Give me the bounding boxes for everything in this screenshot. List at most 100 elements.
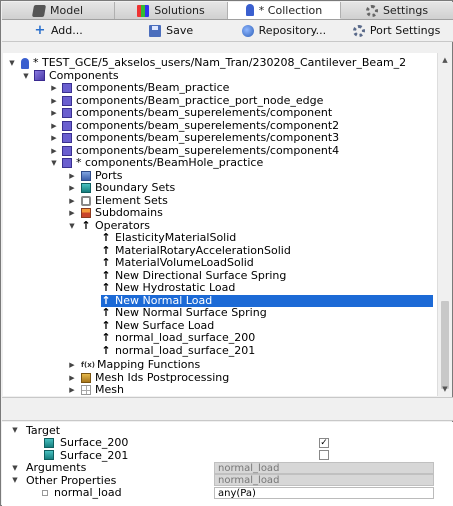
tab-model[interactable]: Model bbox=[2, 2, 115, 19]
tree-item-operator[interactable]: ↑ New Normal Surface Spring bbox=[101, 306, 267, 320]
tree-item-subdomains[interactable]: ▶ Subdomains bbox=[67, 207, 163, 220]
property-normal-load: normal_load any(Pa) bbox=[2, 486, 453, 500]
operator-icon: ↑ bbox=[101, 293, 111, 307]
tree-item-element-sets[interactable]: ▶ Element Sets bbox=[67, 193, 168, 208]
collapse-arrow-icon[interactable]: ▼ bbox=[7, 57, 17, 69]
tree-item-label: New Normal Load bbox=[115, 293, 213, 307]
repository-button[interactable]: Repository... bbox=[228, 20, 341, 41]
tree-item-label: New Hydrostatic Load bbox=[115, 281, 236, 295]
property-other-properties[interactable]: ▼ Other Properties normal_load bbox=[2, 474, 453, 487]
property-target[interactable]: ▼ Target bbox=[2, 424, 453, 437]
scroll-up-icon[interactable]: ▲ bbox=[438, 53, 452, 67]
tree-root[interactable]: ▼ * TEST_GCE/5_akselos_users/Nam_Tran/23… bbox=[7, 57, 406, 70]
tree-item-label: components/beam_superelements/component bbox=[76, 106, 333, 120]
ports-icon bbox=[81, 170, 91, 181]
tab-solutions-label: Solutions bbox=[154, 4, 205, 17]
tree-item-component[interactable]: ▶ components/Beam_practice_port_node_edg… bbox=[49, 94, 323, 108]
tree-item-label: Mesh Ids Postprocessing bbox=[95, 370, 230, 384]
tree-item-ports[interactable]: ▶ Ports bbox=[67, 169, 122, 183]
tree-item-components[interactable]: ▼ Components bbox=[21, 69, 119, 83]
tree-item-boundary-sets[interactable]: ▶ Boundary Sets bbox=[67, 182, 175, 195]
collapse-arrow-icon[interactable]: ▼ bbox=[10, 464, 20, 472]
tab-model-label: Model bbox=[49, 4, 84, 17]
expand-arrow-icon[interactable]: ▶ bbox=[67, 207, 77, 219]
tab-settings[interactable]: Settings bbox=[341, 2, 453, 19]
tree-item-operator[interactable]: ↑ normal_load_surface_200 bbox=[101, 332, 255, 345]
components-folder-icon bbox=[34, 70, 45, 82]
tab-settings-label: Settings bbox=[382, 4, 429, 17]
expand-arrow-icon[interactable]: ▶ bbox=[49, 107, 59, 119]
scroll-down-icon[interactable]: ▼ bbox=[438, 382, 452, 396]
tab-solutions[interactable]: Solutions bbox=[115, 2, 228, 19]
tree-item-component[interactable]: ▶ components/beam_superelements/componen… bbox=[49, 107, 332, 120]
collapse-arrow-icon[interactable]: ▼ bbox=[49, 157, 59, 169]
tree-item-label: Element Sets bbox=[95, 193, 168, 207]
expand-arrow-icon[interactable]: ▶ bbox=[49, 82, 59, 94]
tree-item-operator-selected[interactable]: ↑ New Normal Load bbox=[101, 293, 433, 307]
tree-item-operator[interactable]: ↑ MaterialRotaryAccelerationSolid bbox=[101, 244, 290, 258]
tree-item-operator[interactable]: ↑ New Hydrostatic Load bbox=[101, 282, 235, 295]
tree-scrollbar[interactable]: ▲ ▼ bbox=[437, 53, 451, 396]
parameter-icon bbox=[42, 489, 48, 496]
port-settings-button[interactable]: Port Settings bbox=[340, 20, 453, 41]
expand-arrow-icon[interactable]: ▶ bbox=[67, 372, 77, 384]
collapse-arrow-icon[interactable]: ▼ bbox=[10, 476, 20, 484]
normal-load-input[interactable]: any(Pa) bbox=[214, 486, 434, 499]
repository-icon bbox=[241, 24, 254, 37]
scrollbar-thumb[interactable] bbox=[441, 301, 449, 389]
tree-item-label: Operators bbox=[95, 218, 150, 232]
operator-icon: ↑ bbox=[101, 268, 111, 282]
expand-arrow-icon[interactable]: ▶ bbox=[67, 359, 77, 371]
expand-arrow-icon[interactable]: ▶ bbox=[49, 132, 59, 144]
expand-arrow-icon[interactable]: ▶ bbox=[67, 195, 77, 207]
tab-collection[interactable]: * Collection bbox=[228, 2, 341, 19]
property-arguments[interactable]: ▼ Arguments normal_load bbox=[2, 461, 453, 474]
expand-arrow-icon[interactable]: ▶ bbox=[49, 145, 59, 157]
add-button[interactable]: + Add... bbox=[2, 20, 115, 41]
tree-item-operator[interactable]: ↑ ElasticityMaterialSolid bbox=[101, 232, 236, 245]
tree-item-mapping-functions[interactable]: ▶ f(x) Mapping Functions bbox=[67, 359, 200, 372]
operator-icon: ↑ bbox=[101, 343, 111, 357]
target-checkbox[interactable] bbox=[319, 450, 329, 460]
tab-bar: Model Solutions * Collection Settings bbox=[2, 2, 453, 20]
tree-item-operator[interactable]: ↑ normal_load_surface_201 bbox=[101, 343, 255, 358]
tree-item-mesh[interactable]: ▶ Mesh bbox=[67, 384, 124, 396]
tree-item-label: MaterialVolumeLoadSolid bbox=[115, 256, 254, 270]
tree-item-operator[interactable]: ↑ New Directional Surface Spring bbox=[101, 268, 286, 283]
repository-button-label: Repository... bbox=[258, 24, 327, 37]
tree-item-label: New Normal Surface Spring bbox=[115, 306, 267, 320]
collection-icon bbox=[21, 57, 29, 69]
save-button-label: Save bbox=[166, 24, 194, 37]
save-button[interactable]: Save bbox=[115, 20, 228, 41]
tree-item-operator[interactable]: ↑ New Surface Load bbox=[101, 319, 214, 333]
expand-arrow-icon[interactable]: ▶ bbox=[67, 170, 77, 182]
tree-item-label: ElasticityMaterialSolid bbox=[115, 231, 237, 245]
property-target-item: Surface_200 ✓ bbox=[2, 436, 453, 449]
tree-item-component[interactable]: ▶ components/beam_superelements/componen… bbox=[49, 132, 339, 145]
collapse-arrow-icon[interactable]: ▼ bbox=[10, 426, 20, 434]
mapping-functions-icon: f(x) bbox=[81, 361, 95, 370]
tree-item-component[interactable]: ▶ components/beam_superelements/componen… bbox=[49, 119, 339, 133]
toolbar: + Add... Save Repository... Port Setting… bbox=[2, 20, 453, 42]
property-label: normal_load bbox=[54, 486, 122, 500]
component-icon bbox=[62, 145, 72, 156]
expand-arrow-icon[interactable]: ▶ bbox=[67, 384, 77, 396]
tree-item-mesh-ids[interactable]: ▶ Mesh Ids Postprocessing bbox=[67, 370, 230, 385]
tree-item-component[interactable]: ▶ components/Beam_practice bbox=[49, 82, 229, 95]
collection-icon bbox=[245, 4, 254, 16]
tree-item-operator[interactable]: ↑ MaterialVolumeLoadSolid bbox=[101, 256, 254, 270]
panel-splitter[interactable] bbox=[2, 397, 453, 421]
component-icon bbox=[62, 108, 72, 119]
target-checkbox[interactable]: ✓ bbox=[319, 437, 329, 448]
collapse-arrow-icon[interactable]: ▼ bbox=[67, 220, 77, 232]
collapse-arrow-icon[interactable]: ▼ bbox=[21, 70, 31, 82]
add-button-label: Add... bbox=[50, 24, 83, 37]
expand-arrow-icon[interactable]: ▶ bbox=[49, 120, 59, 132]
tree-item-operators[interactable]: ▼ ↑ Operators bbox=[67, 218, 150, 233]
component-icon bbox=[62, 158, 72, 169]
expand-arrow-icon[interactable]: ▶ bbox=[67, 182, 77, 194]
expand-arrow-icon[interactable]: ▶ bbox=[49, 95, 59, 107]
tree-item-label: components/beam_superelements/component4 bbox=[76, 143, 340, 157]
tree-item-component[interactable]: ▶ components/beam_superelements/componen… bbox=[49, 143, 340, 158]
tree-item-beamhole[interactable]: ▼ * components/BeamHole_practice bbox=[49, 157, 263, 170]
